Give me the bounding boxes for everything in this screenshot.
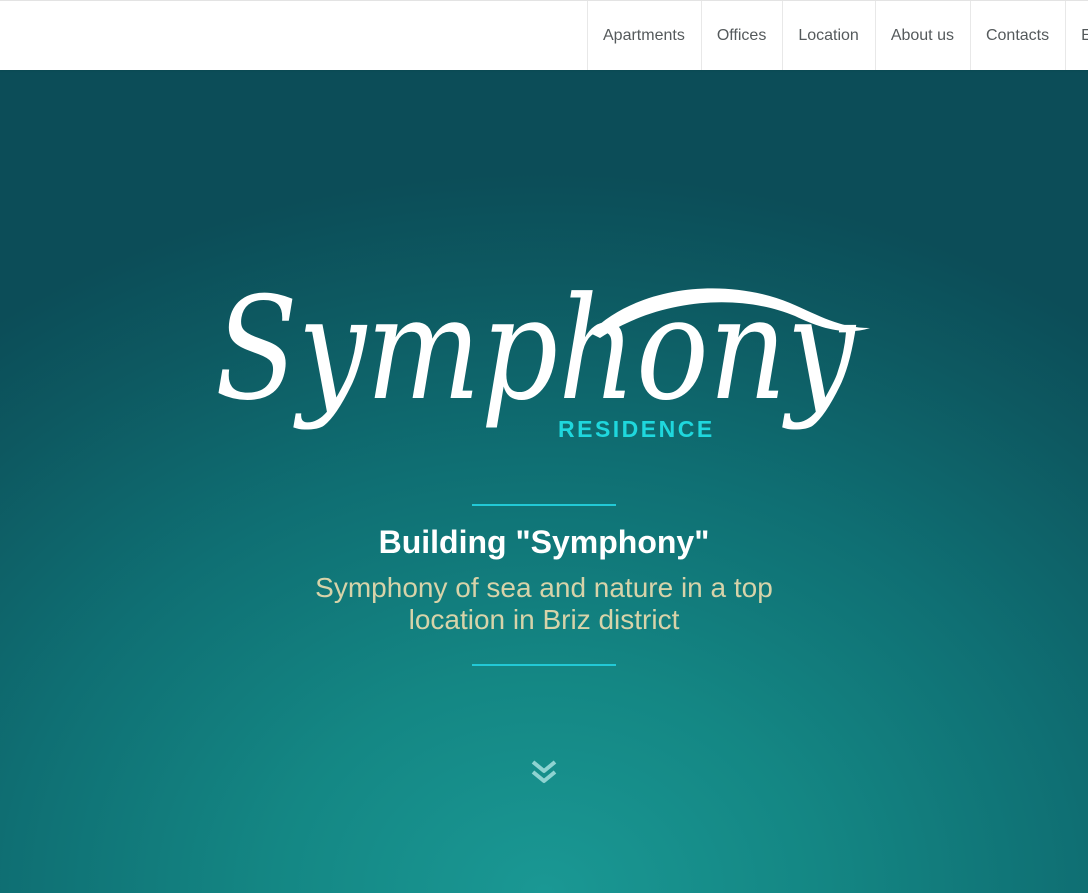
symphony-residence-logo: Symphony RESIDENCE	[210, 258, 880, 448]
top-navigation-bar: Apartments Offices Location About us Con…	[0, 0, 1088, 70]
page-subtitle: Symphony of sea and nature in a top loca…	[315, 572, 773, 635]
nav-item-truncated[interactable]: E	[1065, 1, 1088, 70]
logo-wordmark: Symphony	[215, 267, 857, 432]
title-divider-bottom	[472, 664, 616, 666]
nav-item-apartments[interactable]: Apartments	[587, 1, 701, 70]
nav-item-offices[interactable]: Offices	[700, 1, 783, 70]
logo-subtitle: RESIDENCE	[558, 416, 715, 442]
nav-item-about-us[interactable]: About us	[874, 1, 970, 70]
page-title: Building "Symphony"	[378, 524, 710, 560]
logo-graphic: Symphony RESIDENCE	[215, 267, 870, 442]
nav-item-contacts[interactable]: Contacts	[969, 1, 1065, 70]
hero-section: Symphony RESIDENCE Building "Symphony" S…	[0, 70, 1088, 893]
double-chevron-down-icon[interactable]	[529, 757, 559, 787]
title-divider-top	[472, 504, 616, 506]
main-menu: Apartments Offices Location About us Con…	[587, 1, 1088, 70]
nav-item-location[interactable]: Location	[782, 1, 875, 70]
